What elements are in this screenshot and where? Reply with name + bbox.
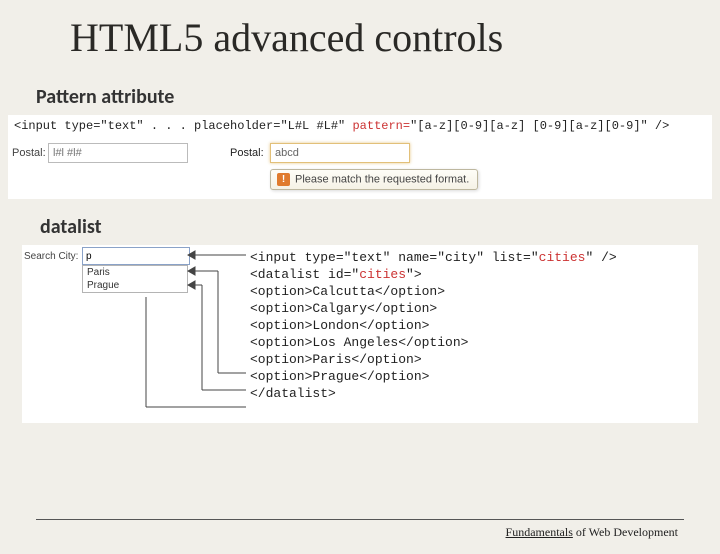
code-line: <option>Calcutta</option> <box>250 283 617 300</box>
code-text: " /> <box>585 250 616 265</box>
postal1-label: Postal: <box>12 147 46 159</box>
code-highlight: pattern= <box>352 119 410 133</box>
section-datalist-heading: datalist <box>40 215 720 239</box>
code-part2: "[a-z][0-9][a-z] [0-9][a-z][0-9]" /> <box>410 119 669 133</box>
warning-icon: ! <box>277 173 290 186</box>
code-line: <option>London</option> <box>250 317 617 334</box>
code-part1: <input type="text" . . . placeholder="L#… <box>14 119 352 133</box>
pattern-code-block: <input type="text" . . . placeholder="L#… <box>8 115 712 137</box>
code-red: cities <box>359 267 406 282</box>
validation-tooltip: ! Please match the requested format. <box>270 169 478 190</box>
code-line: <option>Calgary</option> <box>250 300 617 317</box>
code-line: </datalist> <box>250 385 617 402</box>
footer-text: Fundamentals of Web Development <box>506 525 678 540</box>
code-text: "> <box>406 267 422 282</box>
postal2-label: Postal: <box>230 147 264 159</box>
pattern-demo: Postal: Postal: ! Please match the reques… <box>8 137 712 199</box>
tooltip-text: Please match the requested format. <box>295 173 469 185</box>
code-line: <option>Paris</option> <box>250 351 617 368</box>
code-line: <option>Prague</option> <box>250 368 617 385</box>
footer-rest: of Web Development <box>573 525 678 539</box>
datalist-code: <input type="text" name="city" list="cit… <box>250 249 617 402</box>
page-title: HTML5 advanced controls <box>70 14 720 61</box>
footer-divider <box>36 519 684 520</box>
code-text: <datalist id=" <box>250 267 359 282</box>
footer-underlined: Fundamentals <box>506 525 573 539</box>
section-pattern-heading: Pattern attribute <box>36 85 720 109</box>
connector-lines <box>22 245 252 425</box>
postal1-input[interactable] <box>48 143 188 163</box>
code-text: <input type="text" name="city" list=" <box>250 250 539 265</box>
code-line: <option>Los Angeles</option> <box>250 334 617 351</box>
code-red: cities <box>539 250 586 265</box>
postal2-input[interactable] <box>270 143 410 163</box>
datalist-demo: Search City: Paris Prague <input type="t… <box>22 245 698 423</box>
